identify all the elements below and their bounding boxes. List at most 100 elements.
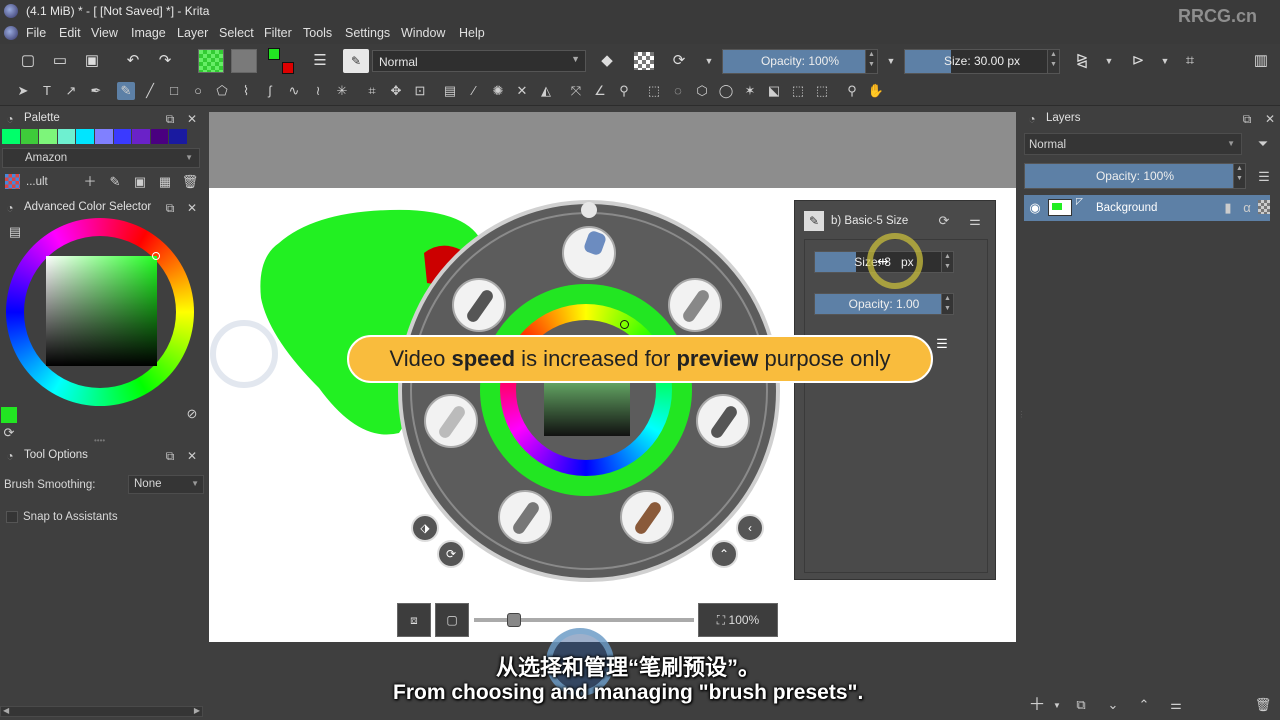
layer-row[interactable]: ◉ ◸ Background ▮ α	[1024, 195, 1270, 221]
bezier-select-icon[interactable]: ⬚	[789, 82, 807, 100]
close-icon[interactable]: ✕	[185, 112, 199, 126]
size-spinner[interactable]: ▲ ▼	[1047, 50, 1059, 73]
move-layer-up-icon[interactable]: ⌃	[1135, 696, 1153, 714]
wrap-around-icon[interactable]: ⌗	[1180, 51, 1200, 71]
rotate-canvas-icon[interactable]: ⟳	[437, 540, 465, 568]
menu-filter[interactable]: Filter	[264, 26, 292, 40]
palette-swatch[interactable]	[20, 129, 39, 144]
canvas-only-button[interactable]: ▢	[435, 603, 469, 637]
select-shapes-icon[interactable]: ➤	[14, 82, 32, 100]
menu-layer[interactable]: Layer	[177, 26, 208, 40]
hud-opacity-slider[interactable]: Opacity: 1.00 ▲ ▼	[814, 293, 954, 315]
magnetic-select-icon[interactable]: ⬚	[813, 82, 831, 100]
chevron-down-icon[interactable]: ▼	[882, 52, 900, 70]
popup-top-handle[interactable]	[581, 202, 597, 218]
calligraphy-icon[interactable]: ✒	[87, 82, 105, 100]
move-layer-down-icon[interactable]: ⌄	[1104, 696, 1122, 714]
palette-swatch[interactable]	[2, 129, 20, 144]
line-tool-icon[interactable]: ╱	[141, 82, 159, 100]
open-folder-icon[interactable]: ▭	[50, 51, 70, 71]
text-tool-icon[interactable]: T	[38, 82, 56, 100]
polygon-select-icon[interactable]: ⬡	[693, 82, 711, 100]
rectangle-tool-icon[interactable]: □	[165, 82, 183, 100]
mirror-view-button[interactable]: ⧈	[397, 603, 431, 637]
eye-icon[interactable]: ◉	[1026, 199, 1044, 217]
reference-tool-icon[interactable]: ⚲	[615, 82, 633, 100]
edit-swatch-icon[interactable]: ✎	[106, 173, 124, 191]
docker-splitter[interactable]: ••••	[94, 436, 105, 445]
palette-swatch[interactable]	[94, 129, 113, 144]
float-docker-icon[interactable]: ⧉	[163, 112, 177, 126]
foreground-color-swatch[interactable]	[1, 407, 17, 423]
background-color-swatch[interactable]	[282, 62, 294, 74]
chevron-down-icon[interactable]: ▼	[1156, 52, 1174, 70]
preset-slot-soft-brush[interactable]	[424, 394, 478, 448]
preset-slot-marker[interactable]	[696, 394, 750, 448]
palette-swatch[interactable]	[169, 129, 187, 144]
brush-smoothing-select[interactable]: None ▼	[128, 475, 204, 494]
palette-swatch[interactable]	[57, 129, 76, 144]
zoom-button[interactable]: ⛶ 100%	[698, 603, 778, 637]
contiguous-select-icon[interactable]: ✶	[741, 82, 759, 100]
inherit-alpha-icon[interactable]	[1258, 200, 1270, 214]
size-slider[interactable]: Size: 30.00 px ▲ ▼	[904, 49, 1060, 74]
gradient-selector-icon[interactable]	[198, 49, 224, 73]
layer-blend-mode-select[interactable]: Normal ▼	[1024, 133, 1242, 155]
preset-slot-fineliner[interactable]	[498, 490, 552, 544]
layer-opacity-spinner[interactable]: ▲ ▼	[1233, 164, 1245, 188]
crop-icon[interactable]: ⌗	[363, 82, 381, 100]
delete-swatch-icon[interactable]: 🗑	[181, 173, 199, 191]
rect-select-icon[interactable]: ⬚	[645, 82, 663, 100]
hud-opacity-spinner[interactable]: ▲ ▼	[941, 294, 953, 314]
transform-tool-icon[interactable]: ⊡	[411, 82, 429, 100]
menu-file[interactable]: File	[26, 26, 46, 40]
filter-icon[interactable]: ⏷	[1254, 135, 1272, 153]
preset-slot-paint-brush[interactable]	[620, 490, 674, 544]
duplicate-layer-icon[interactable]: ⧉	[1072, 696, 1090, 714]
reset-colors-icon[interactable]: ⟳	[0, 424, 18, 442]
hud-settings-icon[interactable]: ⚌	[966, 212, 984, 230]
chevron-up-icon[interactable]: ⌃	[710, 540, 738, 568]
colorize-mask-icon[interactable]: ✺	[489, 82, 507, 100]
preset-slot-airbrush[interactable]	[668, 278, 722, 332]
add-layer-icon[interactable]: ＋	[1028, 696, 1046, 714]
float-docker-icon[interactable]: ⧉	[163, 201, 177, 215]
palette-grid-icon[interactable]	[5, 174, 20, 189]
lock-icon[interactable]: ▮	[1219, 199, 1237, 217]
docker-scrollbar[interactable]: ◀ ▶	[0, 706, 203, 717]
move-tool-icon[interactable]: ✥	[387, 82, 405, 100]
undo-icon[interactable]: ↶	[123, 51, 143, 71]
freehand-brush-icon[interactable]: ✎	[117, 82, 135, 100]
close-icon[interactable]: ✕	[185, 449, 199, 463]
layer-opacity-slider[interactable]: Opacity: 100% ▲ ▼	[1024, 163, 1246, 189]
menu-image[interactable]: Image	[131, 26, 166, 40]
palette-swatch[interactable]	[39, 129, 57, 144]
menu-tools[interactable]: Tools	[303, 26, 332, 40]
palette-swatch[interactable]	[132, 129, 150, 144]
palette-grid-view-icon[interactable]: ▦	[156, 173, 174, 191]
saturation-value-square[interactable]	[46, 256, 157, 366]
reload-preset-icon[interactable]: ⟳	[935, 212, 953, 230]
pan-tool-icon[interactable]: ✋	[867, 82, 885, 100]
preserve-alpha-icon[interactable]	[634, 52, 654, 70]
ellipse-tool-icon[interactable]: ○	[189, 82, 207, 100]
measure-tool-icon[interactable]: ∠	[591, 82, 609, 100]
save-palette-icon[interactable]: ▣	[131, 173, 149, 191]
edit-shapes-icon[interactable]: ↗	[62, 82, 80, 100]
preset-slot-eraser[interactable]	[562, 226, 616, 280]
ellipse-select-icon[interactable]: ◌	[669, 82, 687, 100]
smart-patch-icon[interactable]: ✕	[513, 82, 531, 100]
float-docker-icon[interactable]: ⧉	[1240, 112, 1254, 126]
chevron-down-icon[interactable]: ▼	[1100, 52, 1118, 70]
opacity-slider[interactable]: Opacity: 100% ▲ ▼	[722, 49, 878, 74]
bezier-tool-icon[interactable]: ʃ	[261, 82, 279, 100]
palette-name-select[interactable]: Amazon ▼	[2, 148, 200, 168]
chevron-down-icon[interactable]: ▼	[700, 52, 718, 70]
similar-select-icon[interactable]: ⬕	[765, 82, 783, 100]
delete-layer-icon[interactable]: 🗑	[1254, 696, 1272, 714]
zoom-slider-handle[interactable]	[506, 613, 521, 627]
dynamic-brush-icon[interactable]: ≀	[309, 82, 327, 100]
menu-select[interactable]: Select	[219, 26, 254, 40]
popup-sv-square[interactable]	[544, 380, 630, 436]
clear-color-icon[interactable]: ⊘	[183, 405, 201, 423]
